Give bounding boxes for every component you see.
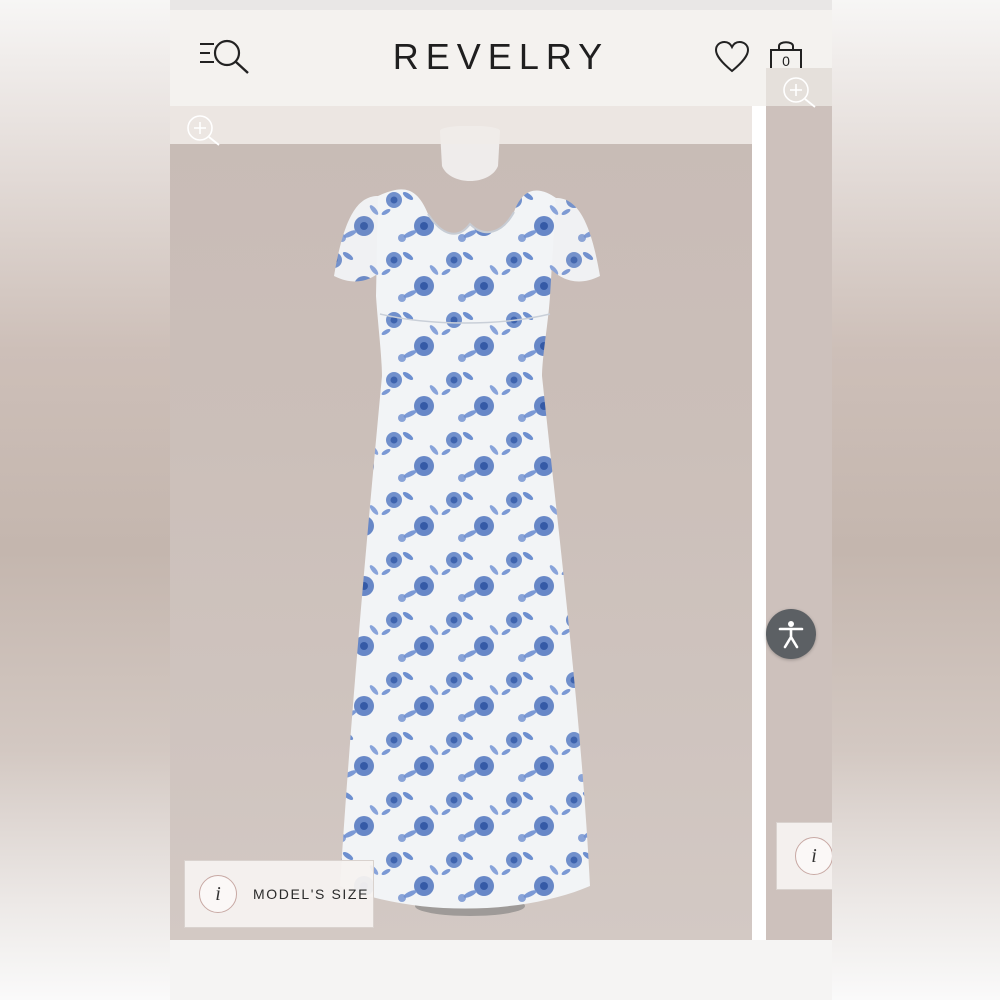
backdrop-left bbox=[0, 0, 170, 1000]
model-size-button-next[interactable]: i bbox=[776, 822, 832, 890]
zoom-bar bbox=[170, 106, 752, 146]
cart-count: 0 bbox=[782, 53, 790, 69]
zoom-in-icon[interactable] bbox=[780, 74, 818, 112]
product-image bbox=[334, 126, 600, 916]
mobile-page: REVELRY 0 i MODEL'S SIZE i bbox=[170, 0, 832, 1000]
info-icon: i bbox=[199, 875, 237, 913]
product-image-carousel[interactable]: i MODEL'S SIZE i bbox=[170, 68, 832, 940]
accessibility-button[interactable] bbox=[766, 609, 816, 659]
backdrop-right bbox=[830, 0, 1000, 1000]
zoom-in-icon[interactable] bbox=[184, 112, 222, 150]
info-icon: i bbox=[795, 837, 832, 875]
accessibility-icon bbox=[778, 621, 804, 649]
next-image-slide[interactable]: i bbox=[766, 68, 832, 940]
model-size-label: MODEL'S SIZE bbox=[253, 886, 370, 902]
product-image-slide[interactable]: i MODEL'S SIZE bbox=[170, 106, 752, 940]
bottom-area bbox=[170, 940, 832, 1000]
model-size-button[interactable]: i MODEL'S SIZE bbox=[184, 860, 374, 928]
top-strip bbox=[170, 0, 832, 10]
zoom-bar-next bbox=[766, 68, 832, 108]
